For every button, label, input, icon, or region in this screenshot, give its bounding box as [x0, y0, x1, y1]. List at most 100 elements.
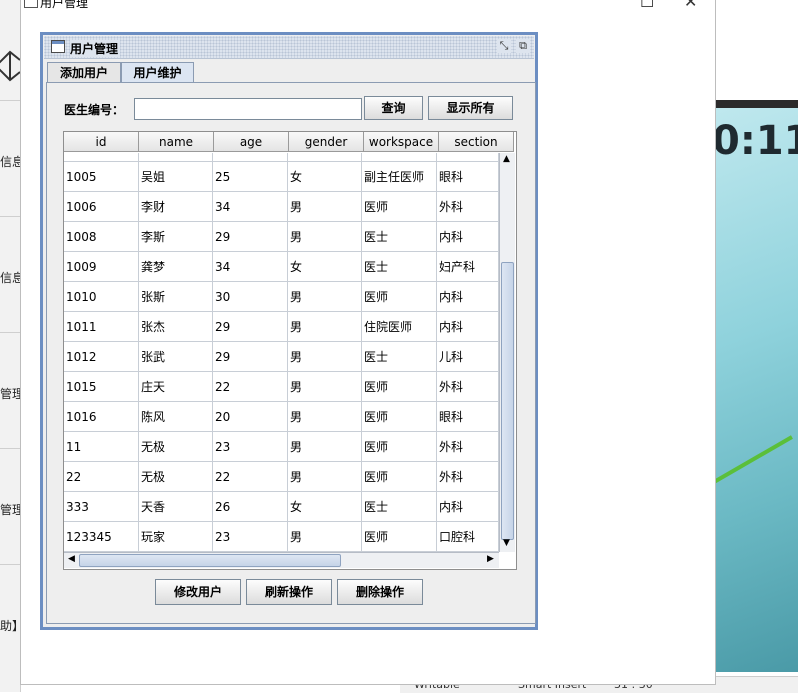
- cell-section[interactable]: 内科: [437, 222, 499, 252]
- cell-age[interactable]: 29: [213, 342, 288, 372]
- vertical-scroll-thumb[interactable]: [501, 262, 514, 540]
- modify-user-button[interactable]: 修改用户: [155, 579, 241, 605]
- cell-section[interactable]: 眼科: [437, 162, 499, 192]
- cell-id[interactable]: 1010: [64, 282, 139, 312]
- cell-id[interactable]: 1012: [64, 342, 139, 372]
- cell-id[interactable]: 1005: [64, 162, 139, 192]
- maximize-internal-icon[interactable]: ⧉: [516, 39, 530, 53]
- cell-gender[interactable]: 男: [288, 372, 362, 402]
- cell-section[interactable]: 外科: [437, 432, 499, 462]
- tab-add-user[interactable]: 添加用户: [47, 62, 121, 83]
- cell-id[interactable]: 1006: [64, 192, 139, 222]
- query-button[interactable]: 查询: [364, 96, 423, 120]
- cell-gender[interactable]: 男: [288, 462, 362, 492]
- delete-button[interactable]: 删除操作: [337, 579, 423, 605]
- cell-name[interactable]: 庄天: [139, 372, 213, 402]
- table-row[interactable]: 1015 庄天 22 男医师 外科: [64, 372, 499, 402]
- cell-name[interactable]: 吴姐: [139, 162, 213, 192]
- cell-age[interactable]: 23: [213, 522, 288, 552]
- cell-age[interactable]: 23: [213, 432, 288, 462]
- left-nav-item[interactable]: 助】: [0, 617, 20, 634]
- cell-age[interactable]: 29: [213, 222, 288, 252]
- cell-workspace[interactable]: 医师: [362, 402, 437, 432]
- cell-name[interactable]: 玩家: [139, 522, 213, 552]
- cell-gender[interactable]: 男: [288, 282, 362, 312]
- cell-name[interactable]: 张斯: [139, 282, 213, 312]
- table-row[interactable]: 1008 李斯 29 男医士 内科: [64, 222, 499, 252]
- column-header-age[interactable]: age: [214, 132, 289, 152]
- cell-section[interactable]: 妇产科: [437, 252, 499, 282]
- cell-gender[interactable]: 男: [288, 402, 362, 432]
- left-nav-item[interactable]: 信息: [0, 153, 20, 170]
- table-row[interactable]: 1006 李财 34 男医师 外科: [64, 192, 499, 222]
- cell-section[interactable]: 儿科: [437, 342, 499, 372]
- cell-gender[interactable]: 男: [288, 432, 362, 462]
- column-header-workspace[interactable]: workspace: [364, 132, 439, 152]
- cell-workspace[interactable]: 医师: [362, 432, 437, 462]
- horizontal-scroll-thumb[interactable]: [79, 554, 341, 567]
- cell-age[interactable]: 34: [213, 252, 288, 282]
- cell-name[interactable]: 张杰: [139, 312, 213, 342]
- table-row[interactable]: 123345 玩家 23 男医师 口腔科: [64, 522, 499, 552]
- cell-gender[interactable]: 女: [288, 492, 362, 522]
- table-row[interactable]: 1011 张杰 29 男住院医师 内科: [64, 312, 499, 342]
- cell-gender[interactable]: 女: [288, 252, 362, 282]
- column-header-name[interactable]: name: [139, 132, 214, 152]
- cell-name[interactable]: 龚梦: [139, 252, 213, 282]
- cell-section[interactable]: 口腔科: [437, 522, 499, 552]
- cell-section[interactable]: 外科: [437, 372, 499, 402]
- tab-user-maintenance[interactable]: 用户维护: [121, 62, 194, 83]
- cell-workspace[interactable]: 医师: [362, 282, 437, 312]
- cell-name[interactable]: 李斯: [139, 222, 213, 252]
- cell-workspace[interactable]: 医师: [362, 462, 437, 492]
- cell-age[interactable]: 30: [213, 282, 288, 312]
- column-header-gender[interactable]: gender: [289, 132, 364, 152]
- cell-workspace[interactable]: 医士: [362, 222, 437, 252]
- cell-section[interactable]: 内科: [437, 282, 499, 312]
- cell-id[interactable]: 1015: [64, 372, 139, 402]
- table-row[interactable]: 333 天香 26 女医士 内科: [64, 492, 499, 522]
- restore-icon[interactable]: ⤡: [497, 39, 511, 53]
- cell-gender[interactable]: 男: [288, 312, 362, 342]
- close-icon[interactable]: ✕: [684, 0, 697, 11]
- cell-section[interactable]: 外科: [437, 192, 499, 222]
- cell-name[interactable]: 天香: [139, 492, 213, 522]
- cell-name[interactable]: 李财: [139, 192, 213, 222]
- cell-workspace[interactable]: 医士: [362, 252, 437, 282]
- doctor-id-input[interactable]: [134, 98, 362, 120]
- cell-id[interactable]: 11: [64, 432, 139, 462]
- cell-workspace[interactable]: 医士: [362, 342, 437, 372]
- scroll-right-icon[interactable]: ▶: [484, 554, 497, 564]
- cell-section[interactable]: 眼科: [437, 402, 499, 432]
- cell-age[interactable]: 26: [213, 492, 288, 522]
- table-row[interactable]: 11 无极 23 男医师 外科: [64, 432, 499, 462]
- cell-name[interactable]: 无极: [139, 462, 213, 492]
- cell-id[interactable]: 333: [64, 492, 139, 522]
- column-header-section[interactable]: section: [439, 132, 514, 152]
- cell-gender[interactable]: 男: [288, 222, 362, 252]
- cell-age[interactable]: 22: [213, 372, 288, 402]
- cell-id[interactable]: 123345: [64, 522, 139, 552]
- cell-workspace[interactable]: 副主任医师: [362, 162, 437, 192]
- table-row[interactable]: 22 无极 22 男医师 外科: [64, 462, 499, 492]
- cell-workspace[interactable]: 医士: [362, 492, 437, 522]
- cell-id[interactable]: 1011: [64, 312, 139, 342]
- cell-age[interactable]: 22: [213, 462, 288, 492]
- cell-name[interactable]: 陈风: [139, 402, 213, 432]
- cell-id[interactable]: 1008: [64, 222, 139, 252]
- cell-age[interactable]: 20: [213, 402, 288, 432]
- left-nav-item[interactable]: 信息: [0, 269, 20, 286]
- cell-workspace[interactable]: 医师: [362, 522, 437, 552]
- cell-gender[interactable]: 男: [288, 522, 362, 552]
- cell-workspace[interactable]: 住院医师: [362, 312, 437, 342]
- cell-age[interactable]: 34: [213, 192, 288, 222]
- scroll-left-icon[interactable]: ◀: [65, 554, 78, 564]
- cell-workspace[interactable]: 医师: [362, 372, 437, 402]
- cell-gender[interactable]: 男: [288, 192, 362, 222]
- cell-gender[interactable]: 男: [288, 342, 362, 372]
- table-row[interactable]: 1005 吴姐 25 女副主任医师 眼科: [64, 162, 499, 192]
- cell-id[interactable]: 1009: [64, 252, 139, 282]
- refresh-button[interactable]: 刷新操作: [246, 579, 332, 605]
- scroll-up-icon[interactable]: ▲: [500, 154, 513, 164]
- cell-section[interactable]: 外科: [437, 462, 499, 492]
